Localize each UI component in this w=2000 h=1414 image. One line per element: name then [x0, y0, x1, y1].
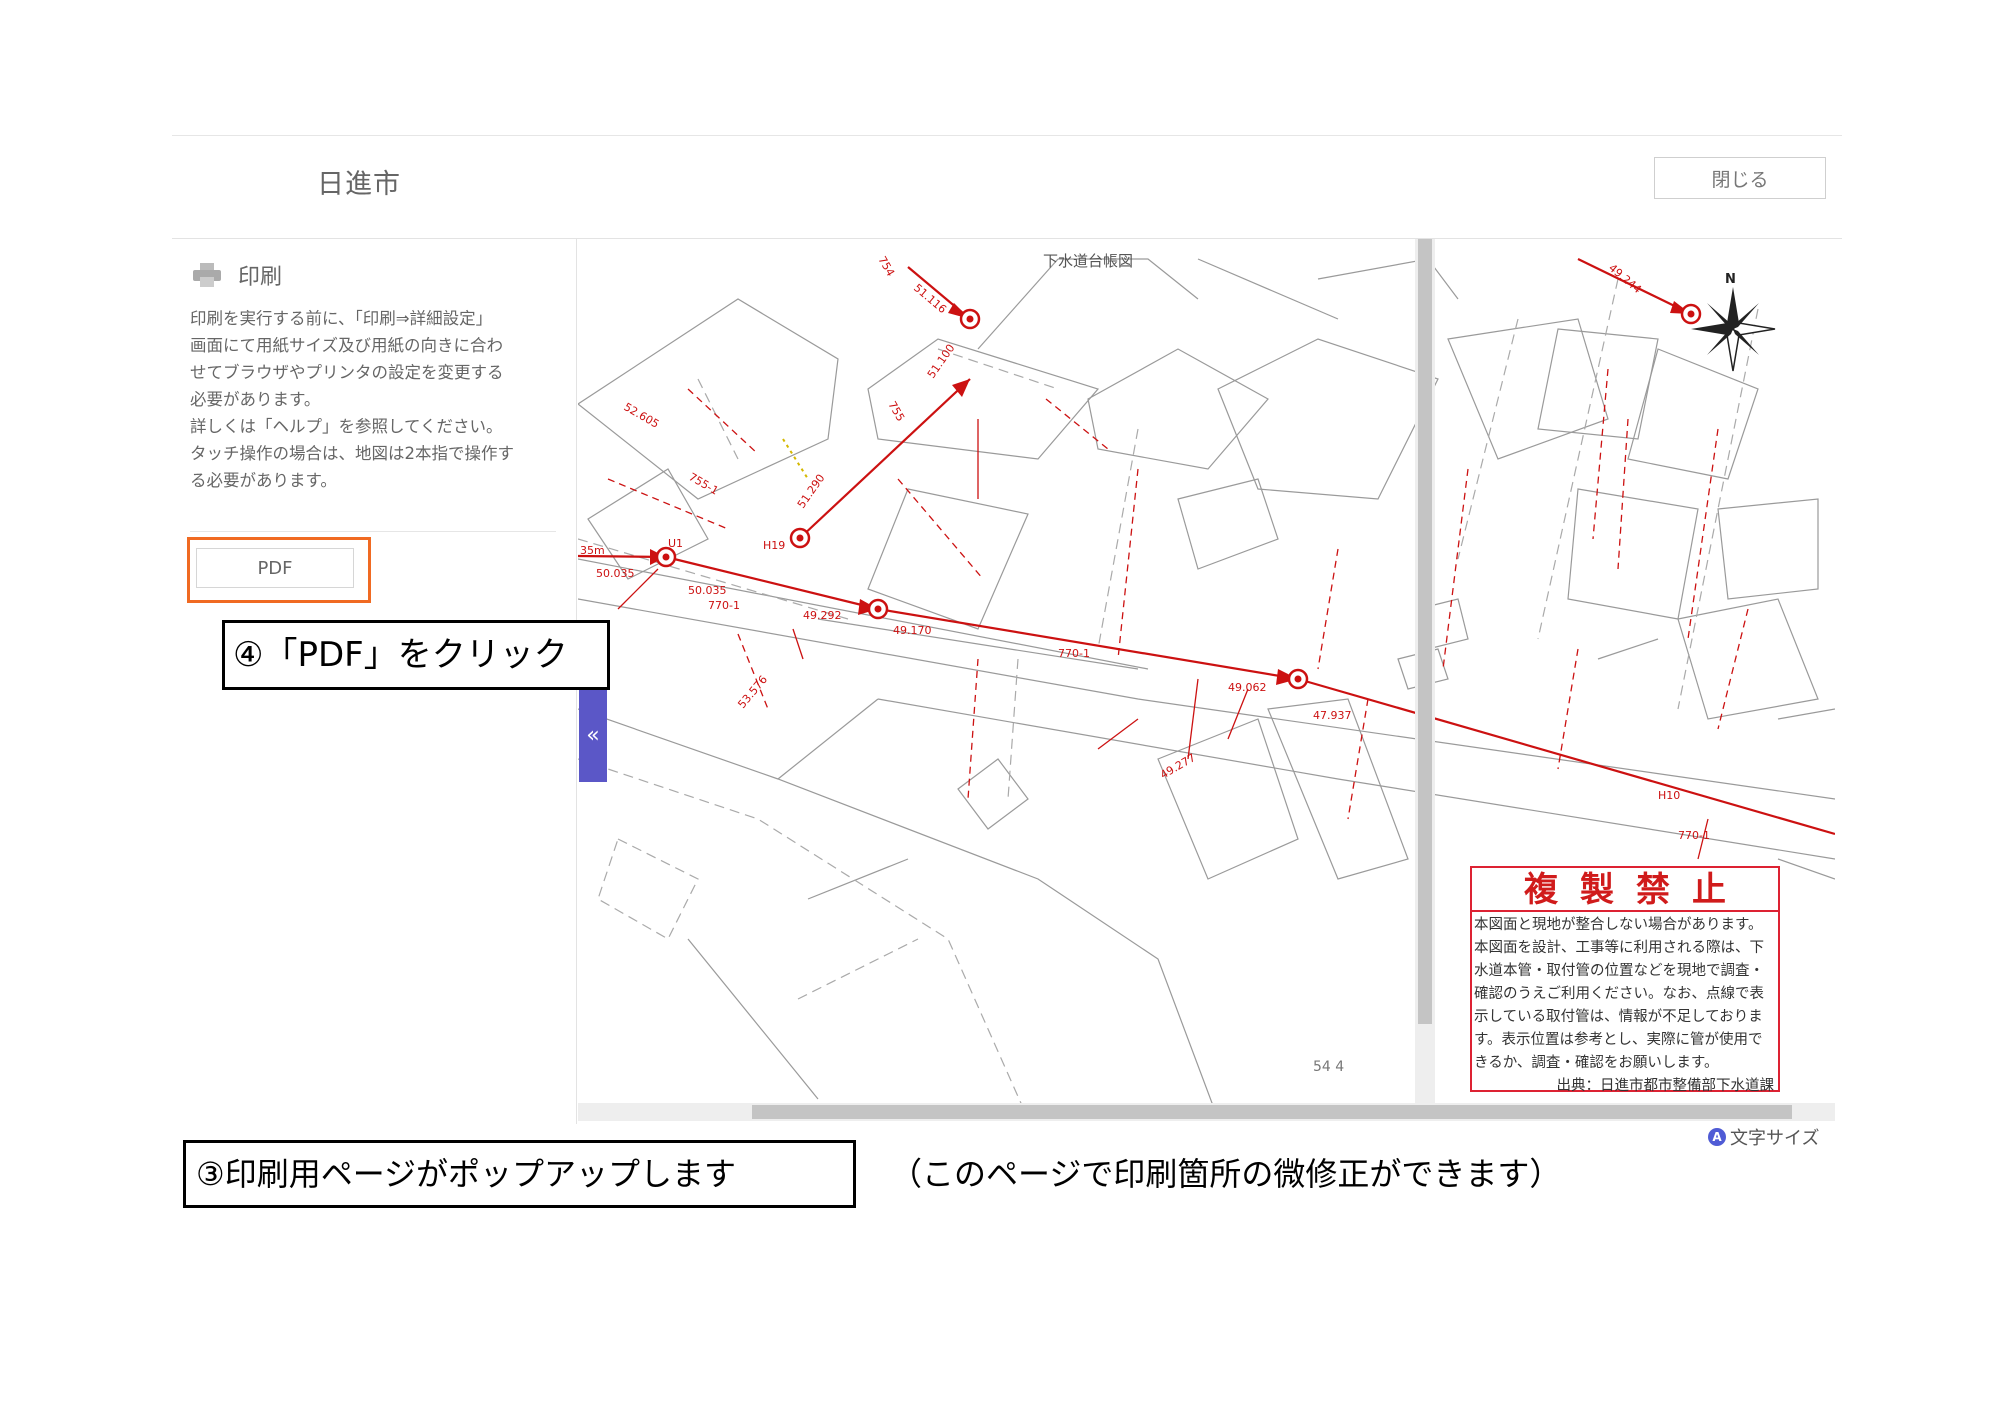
map-label: 770-1 — [708, 599, 740, 612]
map-label: 50.035 — [688, 584, 727, 597]
no-copy-body: 本図面と現地が整合しない場合があります。 本図面を設計、工事等に利用される際は、… — [1474, 917, 1764, 1071]
font-size-control[interactable]: A 文字サイズ — [1708, 1124, 1819, 1150]
manhole-center — [874, 605, 882, 613]
close-button[interactable]: 閉じる — [1654, 157, 1826, 199]
manhole-center — [1687, 310, 1695, 318]
no-copy-source: 出典：日進市都市整備部下水道課 — [1556, 1078, 1775, 1094]
sidebar-collapse-button[interactable]: « — [579, 690, 607, 782]
map-label: 49.277 — [1158, 751, 1198, 782]
vertical-scroll-thumb[interactable] — [1418, 239, 1432, 1024]
header: 日進市 閉じる — [172, 136, 1842, 239]
pdf-button-highlight: PDF — [187, 537, 371, 603]
map-label: 35m — [580, 544, 605, 557]
map-label: H10 — [1658, 789, 1680, 802]
yellow-dotted-line — [782, 438, 809, 480]
map-label: 49.292 — [803, 609, 842, 622]
north-label: N — [1725, 272, 1736, 287]
print-description: 印刷を実行する前に、「印刷⇒詳細設定」 画面にて用紙サイズ及び用紙の向きに合わ … — [190, 309, 514, 490]
pipe-segment — [877, 607, 1299, 681]
step4-callout: ④「PDF」をクリック — [222, 620, 610, 690]
short-red-lines — [617, 419, 1709, 860]
font-size-icon: A — [1708, 1128, 1726, 1146]
map-label: 52.605 — [622, 400, 662, 431]
map-labels: 35m 50.035 50.035 49.292 49.170 49.062 4… — [580, 254, 1710, 842]
map-label: 50.035 — [596, 567, 635, 580]
sidebar-divider — [190, 531, 556, 532]
manhole-center — [966, 315, 974, 323]
pdf-button[interactable]: PDF — [196, 548, 354, 588]
map-label: 51.100 — [925, 342, 958, 381]
map-label: 49.170 — [893, 624, 932, 637]
print-section-header: 印刷 — [192, 259, 282, 291]
manhole-center — [662, 553, 670, 561]
pipe-segment — [665, 555, 879, 611]
map-title: 下水道台帳図 — [1042, 252, 1133, 270]
manhole-center — [796, 534, 804, 542]
north-arrow-icon: N — [1691, 272, 1776, 372]
map-label: 49.244 — [1606, 261, 1644, 296]
map-label: 49.062 — [1228, 681, 1267, 694]
manhole-center — [1294, 675, 1302, 683]
map-label: 47.937 — [1313, 709, 1352, 722]
map-label: 755 — [885, 399, 907, 424]
print-heading: 印刷 — [238, 265, 283, 290]
map-label: 770-1 — [1058, 647, 1090, 660]
map-label: U1 — [668, 537, 683, 550]
pipe-segment — [799, 378, 971, 539]
map-label: H19 — [763, 539, 785, 552]
pipe-segment — [1297, 677, 1835, 836]
no-copy-title: 複製禁止 — [1472, 868, 1778, 912]
map-label: 53.576 — [735, 673, 770, 711]
map-label: 770-1 — [1678, 829, 1710, 842]
step3-note: （このページで印刷箇所の微修正ができます） — [890, 1155, 1562, 1193]
font-size-label: 文字サイズ — [1730, 1128, 1820, 1149]
map-label: 51.290 — [795, 472, 828, 511]
no-copy-notice: 複製禁止 本図面と現地が整合しない場合があります。 本図面を設計、工事等に利用さ… — [1470, 866, 1780, 1094]
sheet-number: 54 4 — [1313, 1059, 1344, 1075]
step3-callout: ③印刷用ページがポップアップします — [183, 1140, 856, 1208]
printer-icon — [192, 262, 222, 288]
page-title: 日進市 — [317, 169, 401, 200]
horizontal-scroll-thumb[interactable] — [752, 1105, 1792, 1119]
